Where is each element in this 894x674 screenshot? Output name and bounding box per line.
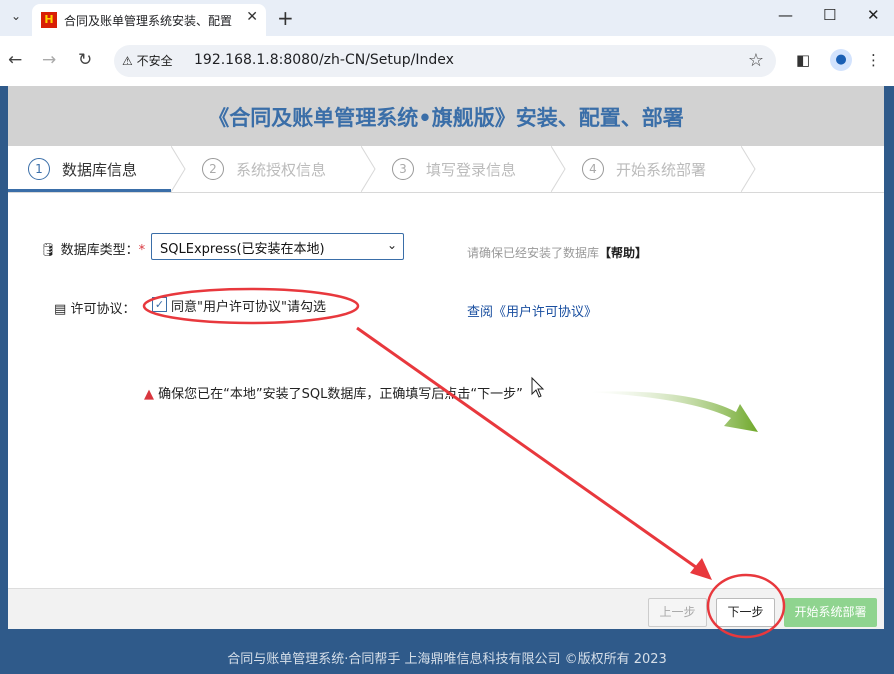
url-text: 192.168.1.8:8080/zh-CN/Setup/Index — [194, 52, 454, 68]
favicon-icon: H — [41, 12, 57, 28]
warning-icon: ▲ — [144, 387, 154, 402]
back-icon[interactable]: ← — [8, 50, 22, 70]
step-label: 开始系统部署 — [616, 161, 707, 179]
bookmark-star-icon[interactable]: ☆ — [748, 50, 764, 71]
step-1[interactable]: 1 数据库信息 — [8, 146, 178, 192]
side-panel-icon[interactable]: ◧ — [796, 51, 810, 69]
minimize-icon[interactable]: — — [778, 6, 793, 24]
active-step-indicator — [8, 189, 171, 192]
deploy-button[interactable]: 开始系统部署 — [784, 598, 877, 627]
address-bar[interactable]: ⚠ 不安全 192.168.1.8:8080/zh-CN/Setup/Index… — [114, 45, 776, 77]
step-separator-icon — [171, 146, 186, 192]
step-2[interactable]: 2 系统授权信息 — [188, 146, 368, 192]
license-label: 许可协议： — [70, 302, 136, 317]
maximize-icon[interactable]: ☐ — [823, 6, 836, 24]
browser-toolbar: ← → ↻ ⚠ 不安全 192.168.1.8:8080/zh-CN/Setup… — [0, 36, 894, 86]
reload-icon[interactable]: ↻ — [78, 50, 92, 70]
step-label: 数据库信息 — [62, 161, 138, 179]
new-tab-icon[interactable]: + — [277, 6, 294, 30]
help-link[interactable]: 【帮助】 — [599, 246, 647, 260]
tab-title: 合同及账单管理系统安装、配置 — [64, 14, 233, 28]
insecure-label: 不安全 — [136, 54, 173, 68]
chevron-down-icon: ⌄ — [386, 238, 397, 252]
db-type-select[interactable]: SQLExpress(已安装在本地) ⌄ — [151, 233, 404, 260]
document-icon: ▤ — [54, 302, 67, 317]
step-label: 填写登录信息 — [426, 161, 517, 179]
step-4[interactable]: 4 开始系统部署 — [568, 146, 748, 192]
browser-tab[interactable]: H 合同及账单管理系统安装、配置 ✕ — [32, 4, 266, 36]
agree-text: 同意"用户许可协议"请勾选 — [171, 300, 326, 315]
tab-strip: ⌄ H 合同及账单管理系统安装、配置 ✕ + — ☐ ✕ — [0, 0, 894, 36]
agree-checkbox[interactable]: ✓ — [152, 297, 167, 312]
tab-search-icon[interactable]: ⌄ — [6, 6, 26, 26]
step-separator-icon — [551, 146, 566, 192]
db-type-value: SQLExpress(已安装在本地) — [160, 242, 325, 257]
warning-message: ▲ 确保您已在“本地”安装了SQL数据库，正确填写后点击“下一步” — [144, 383, 523, 402]
license-link[interactable]: 查阅《用户许可协议》 — [467, 301, 597, 320]
next-button[interactable]: 下一步 — [716, 598, 775, 627]
step-separator-icon — [741, 146, 756, 192]
warning-text: 确保您已在“本地”安装了SQL数据库，正确填写后点击“下一步” — [158, 387, 523, 402]
step-number: 3 — [392, 158, 414, 180]
step-3[interactable]: 3 填写登录信息 — [378, 146, 558, 192]
page-title: 《合同及账单管理系统•旗舰版》安装、配置、部署 — [208, 106, 684, 130]
profile-avatar-icon[interactable]: ● — [830, 49, 852, 71]
required-mark: * — [138, 243, 146, 258]
copyright: 合同与账单管理系统·合同帮手 上海鼎唯信息科技有限公司 ©版权所有 2023 — [227, 652, 667, 667]
database-icon: 🛢 — [40, 243, 57, 258]
db-hint-text: 请确保已经安装了数据库 — [467, 246, 600, 260]
menu-kebab-icon[interactable]: ⋮ — [866, 51, 881, 69]
step-number: 1 — [28, 158, 50, 180]
warning-triangle-icon: ⚠ — [122, 54, 133, 68]
close-tab-icon[interactable]: ✕ — [246, 9, 258, 25]
forward-icon[interactable]: → — [42, 50, 56, 70]
browser-chrome: ⌄ H 合同及账单管理系统安装、配置 ✕ + — ☐ ✕ ← → ↻ ⚠ 不安全… — [0, 0, 894, 86]
prev-button[interactable]: 上一步 — [648, 598, 707, 627]
db-type-label: 数据库类型： — [60, 243, 139, 258]
db-hint: 请确保已经安装了数据库【帮助】 — [467, 244, 647, 261]
setup-page: 《合同及账单管理系统•旗舰版》安装、配置、部署 1 数据库信息 2 系统授权信息… — [8, 86, 884, 629]
step-label: 系统授权信息 — [236, 161, 327, 179]
page-banner: 《合同及账单管理系统•旗舰版》安装、配置、部署 — [8, 86, 884, 146]
wizard-footer: 上一步 下一步 开始系统部署 — [8, 588, 884, 629]
step-wizard: 1 数据库信息 2 系统授权信息 3 填写登录信息 4 开始系统部署 — [8, 146, 884, 193]
step-number: 2 — [202, 158, 224, 180]
step-separator-icon — [361, 146, 376, 192]
window-close-icon[interactable]: ✕ — [867, 6, 880, 24]
step-number: 4 — [582, 158, 604, 180]
